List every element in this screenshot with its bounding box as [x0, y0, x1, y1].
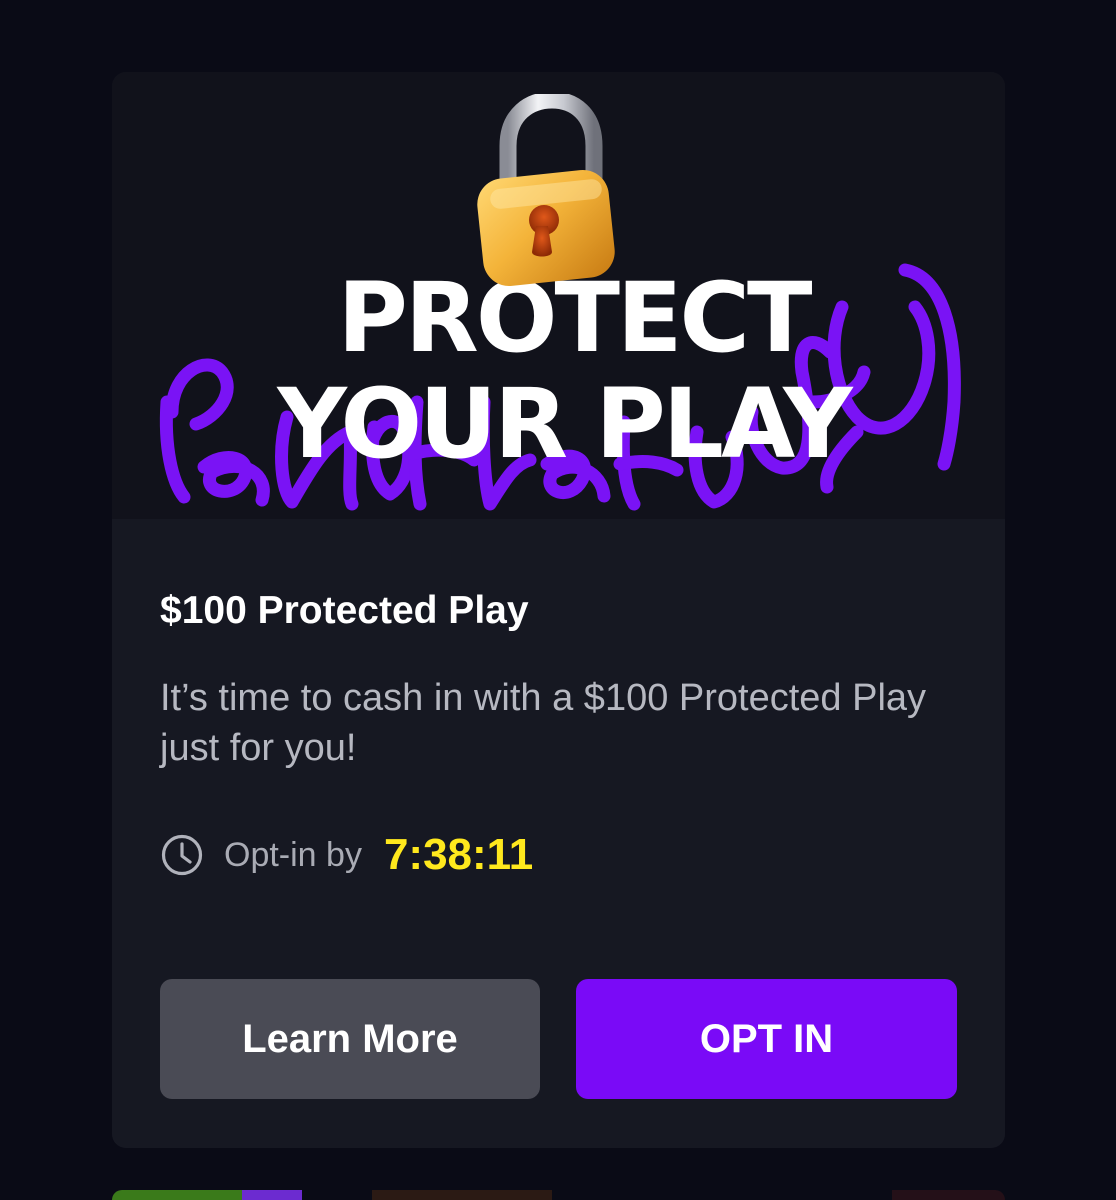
offer-title: $100 Protected Play [160, 589, 529, 632]
peek-strip-green [112, 1190, 242, 1200]
lock-icon [477, 94, 615, 287]
headline-line-2: YOUR PLAY [277, 368, 852, 480]
learn-more-button[interactable]: Learn More [160, 979, 540, 1099]
deadline-label: Opt-in by [224, 835, 362, 874]
next-card-peek [112, 1186, 1005, 1200]
opt-in-button[interactable]: OPT IN [576, 979, 957, 1099]
promo-details: $100 Protected Play It’s time to cash in… [112, 519, 1005, 1148]
promo-banner: PROTECT YOUR PLAY [112, 72, 1005, 519]
countdown-timer: 7:38:11 [383, 830, 534, 879]
peek-strip-purple [242, 1190, 302, 1200]
clock-icon [161, 834, 203, 876]
peek-strip-red [892, 1190, 1005, 1200]
promo-card: PROTECT YOUR PLAY $100 Protected Play It… [112, 72, 1005, 1148]
offer-description: It’s time to cash in with a $100 Protect… [160, 677, 927, 769]
peek-strip-dark [372, 1190, 552, 1200]
opt-in-deadline: Opt-in by 7:38:11 [160, 825, 533, 885]
